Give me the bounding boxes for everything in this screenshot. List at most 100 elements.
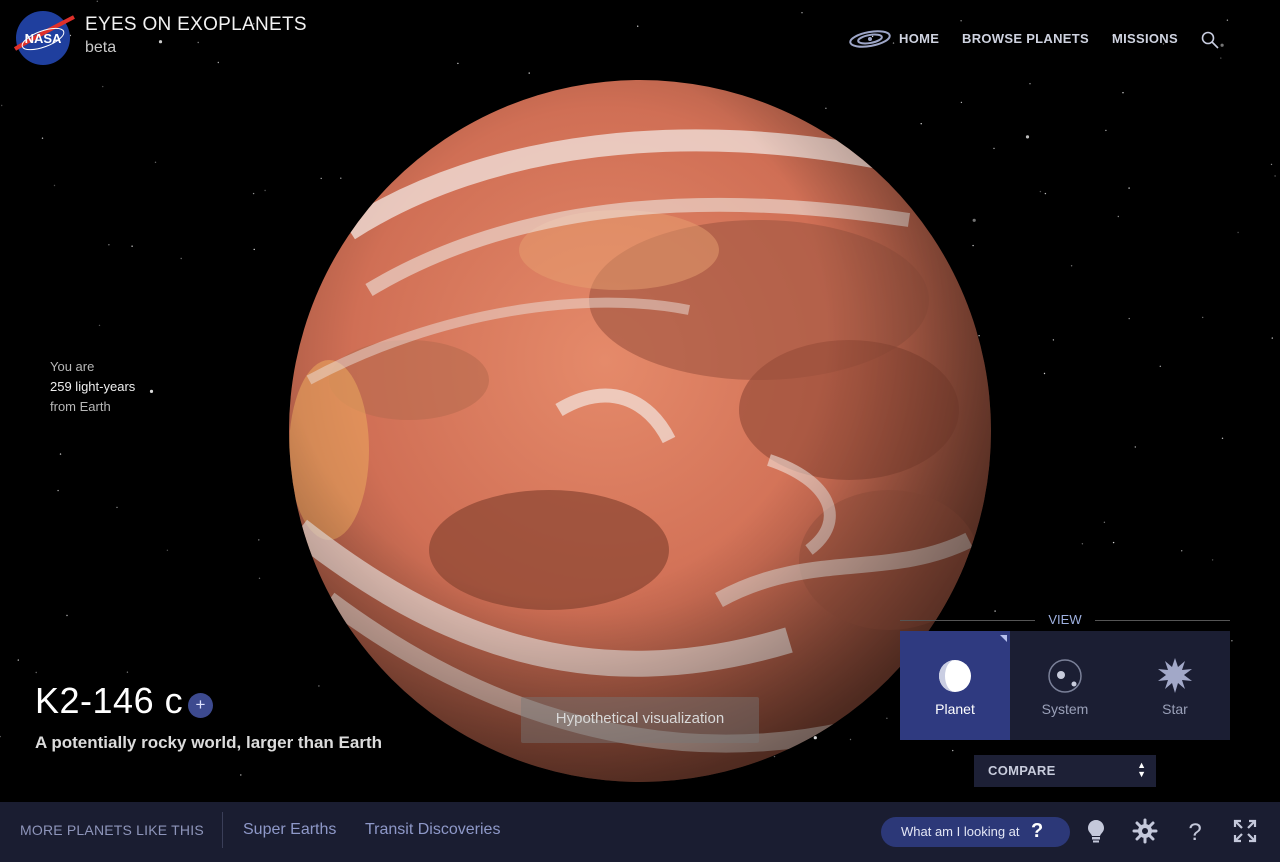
- planet-tagline: A potentially rocky world, larger than E…: [35, 733, 382, 752]
- star-dot: [1043, 372, 1046, 375]
- system-icon: [1048, 659, 1082, 693]
- add-planet-button[interactable]: +: [188, 693, 213, 718]
- star-dot: [637, 25, 639, 27]
- star-dot: [258, 577, 261, 579]
- star-dot: [1128, 317, 1130, 320]
- star-dot: [59, 453, 62, 455]
- svg-text:?: ?: [1188, 819, 1201, 844]
- star-dot: [1220, 57, 1222, 59]
- star-dot: [1, 104, 3, 107]
- star-dot: [253, 248, 255, 251]
- star-dot: [1122, 92, 1124, 94]
- star-dot: [1159, 365, 1162, 367]
- tab-system-label: System: [1041, 701, 1089, 717]
- star-dot: [1134, 446, 1137, 448]
- star-icon: [1158, 658, 1192, 693]
- star-dot: [1237, 231, 1239, 234]
- star-dot: [1103, 521, 1106, 523]
- star-dot: [17, 659, 19, 661]
- settings-icon[interactable]: [1132, 818, 1158, 844]
- star-dot: [1220, 43, 1224, 47]
- star-dot: [1070, 265, 1073, 267]
- star-dot: [98, 324, 101, 327]
- star-dot: [1081, 543, 1084, 545]
- active-corner-mark: [1000, 635, 1007, 642]
- star-dot: [149, 389, 154, 393]
- star-dot: [1221, 437, 1224, 439]
- view-panel: Planet System Star: [900, 631, 1230, 740]
- star-dot: [1052, 339, 1055, 341]
- star-dot: [1128, 187, 1130, 189]
- star-dot: [35, 671, 37, 674]
- star-dot: [994, 610, 996, 612]
- star-dot: [1117, 215, 1120, 218]
- star-dot: [1044, 192, 1047, 195]
- bottom-divider: [222, 812, 223, 848]
- planet-visualization[interactable]: [289, 80, 991, 782]
- tab-star[interactable]: Star: [1120, 631, 1230, 740]
- tab-star-label: Star: [1162, 701, 1188, 717]
- star-dot: [1112, 541, 1115, 544]
- star-dot: [158, 40, 163, 44]
- star-dot: [1029, 83, 1031, 85]
- planet-icon: [939, 660, 971, 692]
- star-dot: [180, 257, 182, 260]
- star-dot: [457, 62, 459, 65]
- star-dot: [1105, 129, 1107, 132]
- star-dot: [197, 41, 199, 44]
- star-dot: [154, 161, 157, 163]
- star-dot: [0, 735, 1, 738]
- distance-value: 259 light-years: [50, 379, 136, 394]
- star-dot: [528, 72, 530, 74]
- tab-planet[interactable]: Planet: [900, 631, 1010, 740]
- compare-select[interactable]: COMPARE ▲ ▼: [974, 755, 1156, 787]
- what-am-i-looking-at-button[interactable]: What am I looking at ?: [881, 817, 1070, 847]
- star-dot: [41, 137, 44, 139]
- updown-arrows-icon: ▲ ▼: [1137, 760, 1146, 779]
- star-dot: [1226, 19, 1229, 21]
- star-dot: [801, 12, 803, 14]
- star-dot: [264, 189, 266, 192]
- nasa-logo[interactable]: NASA: [11, 9, 75, 67]
- distance-prefix: You are: [50, 359, 95, 374]
- star-dot: [960, 20, 962, 22]
- star-dot: [126, 671, 129, 673]
- compare-label: COMPARE: [988, 763, 1056, 778]
- star-dot: [892, 42, 895, 44]
- question-icon: ?: [1031, 820, 1044, 842]
- category-super-earths[interactable]: Super Earths: [243, 821, 336, 839]
- nav-browse-planets[interactable]: BROWSE PLANETS: [962, 31, 1089, 46]
- nasa-logo-text: NASA: [25, 31, 62, 46]
- star-dot: [131, 245, 133, 247]
- star-dot: [1181, 550, 1183, 552]
- category-transit-discoveries[interactable]: Transit Discoveries: [365, 821, 500, 839]
- view-divider-left: [900, 620, 1035, 621]
- star-dot: [217, 61, 219, 64]
- star-dot: [1202, 316, 1204, 319]
- hypothetical-caption: Hypothetical visualization: [521, 697, 759, 743]
- star-dot: [57, 489, 59, 492]
- more-planets-label: MORE PLANETS LIKE THIS: [20, 822, 204, 838]
- what-label: What am I looking at: [901, 824, 1020, 839]
- tab-system[interactable]: System: [1010, 631, 1120, 740]
- star-dot: [1211, 559, 1214, 561]
- star-dot: [166, 549, 169, 551]
- app-subtitle: beta: [85, 39, 117, 56]
- nav-missions[interactable]: MISSIONS: [1112, 31, 1178, 46]
- help-icon[interactable]: ?: [1182, 818, 1208, 844]
- star-dot: [1039, 190, 1042, 193]
- galaxy-icon[interactable]: [848, 28, 892, 50]
- app-title: EYES ON EXOPLANETS: [85, 14, 307, 35]
- star-dot: [1025, 135, 1030, 139]
- star-dot: [1271, 337, 1274, 339]
- search-icon[interactable]: [1200, 30, 1220, 50]
- star-dot: [240, 774, 242, 776]
- lightbulb-icon[interactable]: [1083, 818, 1109, 844]
- star-dot: [252, 192, 255, 195]
- star-dot: [102, 85, 104, 88]
- star-dot: [53, 184, 56, 187]
- fullscreen-icon[interactable]: [1232, 818, 1258, 844]
- star-dot: [108, 244, 110, 246]
- nav-home[interactable]: HOME: [899, 31, 939, 46]
- distance-suffix: from Earth: [50, 399, 111, 414]
